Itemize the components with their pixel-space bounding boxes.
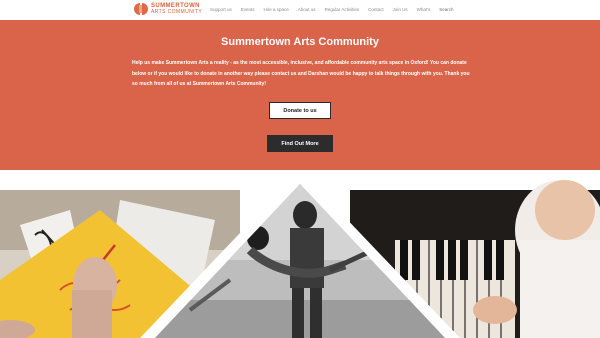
nav-whats-on[interactable]: What's <box>417 7 431 13</box>
nav-search[interactable]: Search <box>439 7 453 13</box>
main-nav: Support us Events Hire a space About us … <box>210 7 463 13</box>
nav-about-us[interactable]: About us <box>298 7 316 13</box>
logo-line-2: ARTS COMMUNITY <box>151 8 203 15</box>
logo-line-1: SUMMERTOWN <box>151 2 200 9</box>
nav-events[interactable]: Events <box>241 7 255 13</box>
site-logo[interactable]: SUMMERTOWN ARTS COMMUNITY <box>134 3 202 15</box>
hero-text: Help us make Summertown Arts a reality -… <box>132 60 470 87</box>
nav-contact[interactable]: Contact <box>368 7 384 13</box>
nav-join-us[interactable]: Join Us <box>393 7 408 13</box>
photo-collage <box>0 170 600 338</box>
hero-section: Summertown Arts Community Help us make S… <box>0 20 600 170</box>
find-out-more-button[interactable]: Find Out More <box>267 135 333 152</box>
nav-hire-a-space[interactable]: Hire a space <box>264 7 289 13</box>
site-header: SUMMERTOWN ARTS COMMUNITY Support us Eve… <box>0 0 600 20</box>
hero-title: Summertown Arts Community <box>221 36 379 48</box>
photo-strip <box>0 170 600 338</box>
nav-support-us[interactable]: Support us <box>210 7 232 13</box>
logo-mark-icon <box>134 3 148 15</box>
nav-regular-activities[interactable]: Regular Activities <box>325 7 360 13</box>
donate-button[interactable]: Donate to us <box>269 102 331 119</box>
